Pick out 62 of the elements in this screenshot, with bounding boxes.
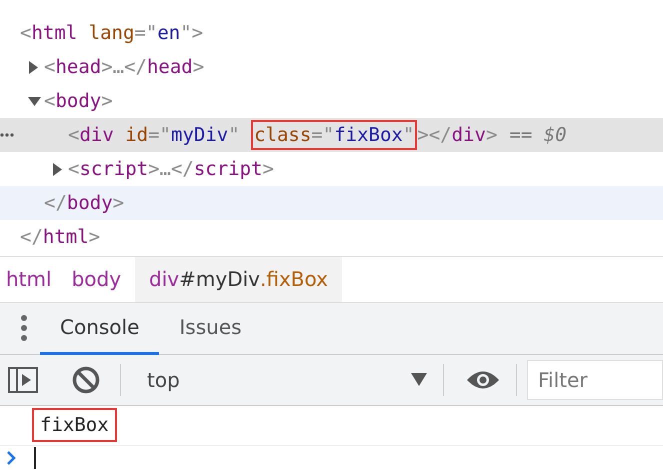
drawer-tab[interactable]: Issues: [159, 302, 262, 355]
dom-node-row[interactable]: <body>: [0, 84, 663, 118]
code-token: head: [55, 56, 102, 78]
code-token: <: [44, 56, 56, 78]
prompt-chevron-icon: [6, 450, 16, 465]
breadcrumb[interactable]: div#myDiv.fixBox: [135, 257, 342, 302]
code-token: >: [101, 90, 113, 112]
more-icon[interactable]: [20, 315, 28, 342]
dom-node-row[interactable]: <div id="myDiv" class="fixBox"></div> == $0: [0, 118, 663, 152]
code-token: lang: [88, 22, 134, 44]
dom-node-row[interactable]: <script>…</script>: [0, 152, 663, 186]
code-token: </: [20, 226, 43, 248]
code-token: =": [134, 22, 158, 44]
code-token: <: [44, 90, 56, 112]
code-token: head: [146, 56, 193, 78]
code-token: ">: [180, 22, 204, 44]
code-token: >: [88, 226, 100, 248]
code-token: ": [402, 124, 414, 146]
code-token: =": [148, 124, 171, 146]
text-cursor-icon: [34, 446, 36, 469]
code-token: </: [44, 192, 67, 214]
clear-console-icon[interactable]: [72, 366, 100, 394]
code-token: =": [311, 124, 334, 146]
code-token: ": [228, 124, 241, 146]
code-token: body: [55, 90, 102, 112]
more-icon[interactable]: [0, 132, 14, 138]
expand-arrow-icon[interactable]: [28, 60, 39, 74]
code-token: html: [31, 22, 78, 44]
context-select[interactable]: top: [127, 368, 437, 392]
code-token: >: [112, 192, 124, 214]
sidebar-toggle-icon[interactable]: [8, 366, 38, 393]
code-token: <: [68, 158, 80, 180]
code-token: myDiv: [171, 124, 228, 146]
dom-node-row[interactable]: </html>: [0, 220, 663, 254]
code-token: >: [262, 158, 274, 180]
code-token: script: [79, 158, 148, 180]
code-token: >…</: [101, 56, 147, 78]
code-token: script: [194, 158, 262, 180]
code-token: >: [486, 124, 498, 146]
code-token: body: [66, 192, 113, 214]
console-output: fixBox: [32, 408, 117, 442]
code-token: <: [68, 124, 80, 146]
collapse-arrow-icon[interactable]: [28, 96, 41, 106]
code-token: class: [254, 124, 312, 146]
dom-node-row[interactable]: </body>: [0, 186, 663, 220]
code-token: div: [452, 124, 486, 146]
code-token: fixBox: [334, 124, 403, 146]
filter-field[interactable]: Filter: [527, 360, 663, 400]
code-token: en: [157, 22, 180, 44]
code-token: html: [42, 226, 89, 248]
expand-arrow-icon[interactable]: [52, 162, 63, 176]
eye-icon[interactable]: [466, 368, 500, 391]
code-token: >…</: [148, 158, 194, 180]
code-token: >: [192, 56, 204, 78]
code-token: <: [20, 22, 32, 44]
dropdown-caret-icon: [411, 373, 427, 386]
selected-marker: == $0: [509, 124, 567, 146]
dom-node-row[interactable]: <html lang="en">: [0, 16, 663, 50]
dom-node-row[interactable]: <head>…</head>: [0, 50, 663, 84]
code-token: div: [79, 124, 114, 146]
code-token: ></: [417, 124, 452, 146]
code-token: id: [124, 124, 148, 146]
